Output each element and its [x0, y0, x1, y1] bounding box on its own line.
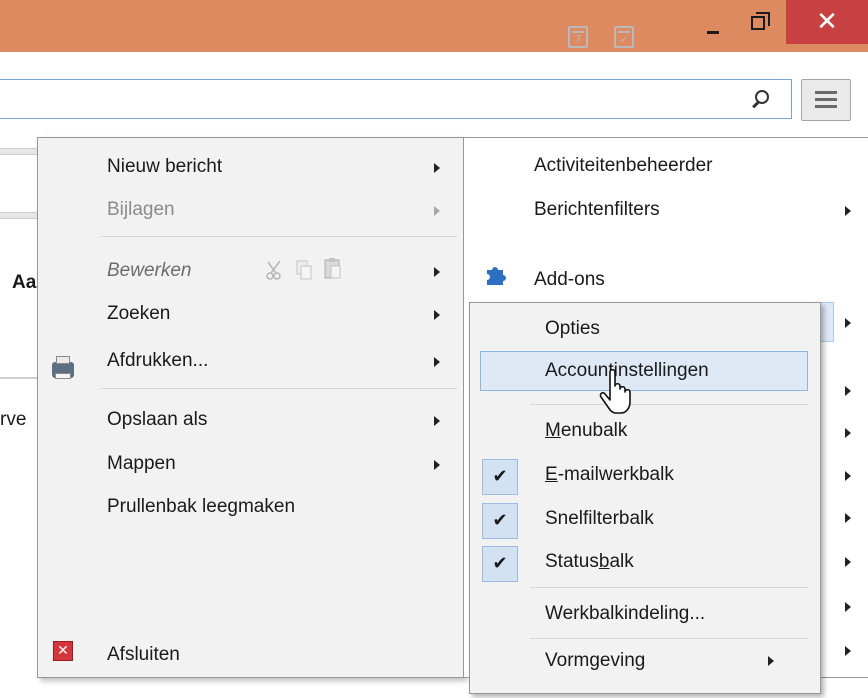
menu-item-edit: Bewerken	[107, 253, 192, 289]
submenu-arrow-icon	[845, 428, 851, 438]
app-menu-button[interactable]	[801, 79, 851, 121]
cut-icon[interactable]	[266, 259, 284, 281]
menu-item-label: Vormgeving	[545, 650, 646, 671]
submenu-arrow-icon	[434, 267, 440, 277]
menu-separator	[530, 638, 808, 639]
submenu-arrow-icon	[434, 357, 440, 367]
check-icon: ✔	[482, 546, 518, 582]
submenu-item-customize-toolbar[interactable]: Werkbalkindeling...	[545, 596, 705, 632]
puzzle-icon	[487, 267, 506, 285]
calendar-icon[interactable]: 7	[568, 26, 588, 48]
menu-item-label: Zoeken	[107, 303, 171, 324]
menu-item-label: Opties	[545, 318, 600, 339]
menu-item-label: Werkbalkindeling...	[545, 603, 706, 624]
menu-item-label: Nieuw bericht	[107, 156, 223, 177]
submenu-item-appearance[interactable]: Vormgeving	[545, 643, 645, 679]
menu-item-label: Add-ons	[534, 269, 605, 290]
submenu-arrow-icon	[845, 602, 851, 612]
submenu-arrow-icon	[434, 310, 440, 320]
submenu-item-quickfilter-bar[interactable]: Snelfilterbalk	[545, 501, 654, 537]
submenu-arrow-icon	[845, 206, 851, 216]
menu-separator	[101, 236, 457, 237]
restore-button[interactable]	[751, 12, 770, 30]
menu-item-empty-trash[interactable]: Prullenbak leegmaken	[107, 489, 295, 525]
submenu-item-status-bar[interactable]: Statusbalk	[545, 544, 634, 580]
menu-item-label: Bijlagen	[107, 199, 175, 220]
tasks-icon[interactable]: ✓	[614, 26, 634, 48]
menu-item-label: Activiteitenbeheerder	[534, 155, 713, 176]
menu-item-print[interactable]: Afdrukken...	[107, 343, 208, 379]
check-icon: ✔	[482, 503, 518, 539]
submenu-item-options[interactable]: Opties	[545, 311, 600, 347]
menu-item-label: Mappen	[107, 453, 176, 474]
check-icon: ✔	[482, 459, 518, 495]
submenu-item-menubar[interactable]: Menubalk	[545, 413, 627, 449]
background-column-header: Aa	[12, 272, 37, 293]
submenu-item-mail-toolbar[interactable]: E-mailwerkbalk	[545, 457, 674, 493]
menu-item-addons[interactable]: Add-ons	[534, 262, 605, 298]
menu-item-attachments: Bijlagen	[107, 192, 175, 228]
search-icon[interactable]	[755, 90, 769, 104]
app-menu-panel: Nieuw bericht Bijlagen Bewerken Zoeken A…	[37, 137, 464, 678]
background-row-text: rve	[0, 409, 27, 430]
submenu-arrow-icon	[768, 656, 774, 666]
tools-submenu: Opties Accountinstellingen Menubalk ✔ E-…	[469, 302, 821, 694]
background-column-bar	[0, 212, 40, 219]
menu-separator	[101, 388, 457, 389]
paste-icon[interactable]	[323, 257, 341, 279]
menu-item-label: Afsluiten	[107, 644, 180, 665]
menu-item-label: Bewerken	[107, 260, 192, 281]
quit-icon: ✕	[53, 641, 73, 661]
menu-item-label: Afdrukken...	[107, 350, 209, 371]
submenu-arrow-icon	[434, 460, 440, 470]
submenu-arrow-icon	[434, 163, 440, 173]
printer-icon	[52, 356, 74, 379]
menu-item-new-message[interactable]: Nieuw bericht	[107, 149, 222, 185]
copy-icon[interactable]	[295, 259, 313, 281]
background-column-bar	[0, 148, 40, 155]
menu-item-activity-manager[interactable]: Activiteitenbeheerder	[534, 148, 713, 184]
submenu-arrow-icon	[845, 318, 851, 328]
search-input[interactable]	[0, 79, 792, 119]
menu-separator	[530, 404, 808, 405]
submenu-arrow-icon	[434, 206, 440, 216]
menu-item-label: Opslaan als	[107, 409, 208, 430]
menu-item-save-as[interactable]: Opslaan als	[107, 402, 207, 438]
hand-cursor-icon	[599, 368, 631, 414]
menu-item-message-filters[interactable]: Berichtenfilters	[534, 192, 660, 228]
menu-item-folders[interactable]: Mappen	[107, 446, 176, 482]
minimize-button[interactable]	[707, 31, 719, 34]
submenu-arrow-icon	[434, 416, 440, 426]
submenu-arrow-icon	[845, 471, 851, 481]
close-button[interactable]: ✕	[786, 0, 868, 44]
submenu-arrow-icon	[845, 513, 851, 523]
menu-item-quit[interactable]: Afsluiten	[107, 637, 180, 673]
menu-item-label: Prullenbak leegmaken	[107, 496, 296, 517]
hamburger-icon	[815, 91, 837, 94]
submenu-arrow-icon	[845, 386, 851, 396]
background-divider	[0, 377, 40, 379]
submenu-arrow-icon	[845, 557, 851, 567]
menu-item-label: Berichtenfilters	[534, 199, 660, 220]
submenu-arrow-icon	[845, 646, 851, 656]
menu-item-search[interactable]: Zoeken	[107, 296, 170, 332]
menu-separator	[530, 587, 808, 588]
title-bar: 7 ✓ ✕	[0, 0, 868, 52]
menu-item-label: Snelfilterbalk	[545, 508, 654, 529]
